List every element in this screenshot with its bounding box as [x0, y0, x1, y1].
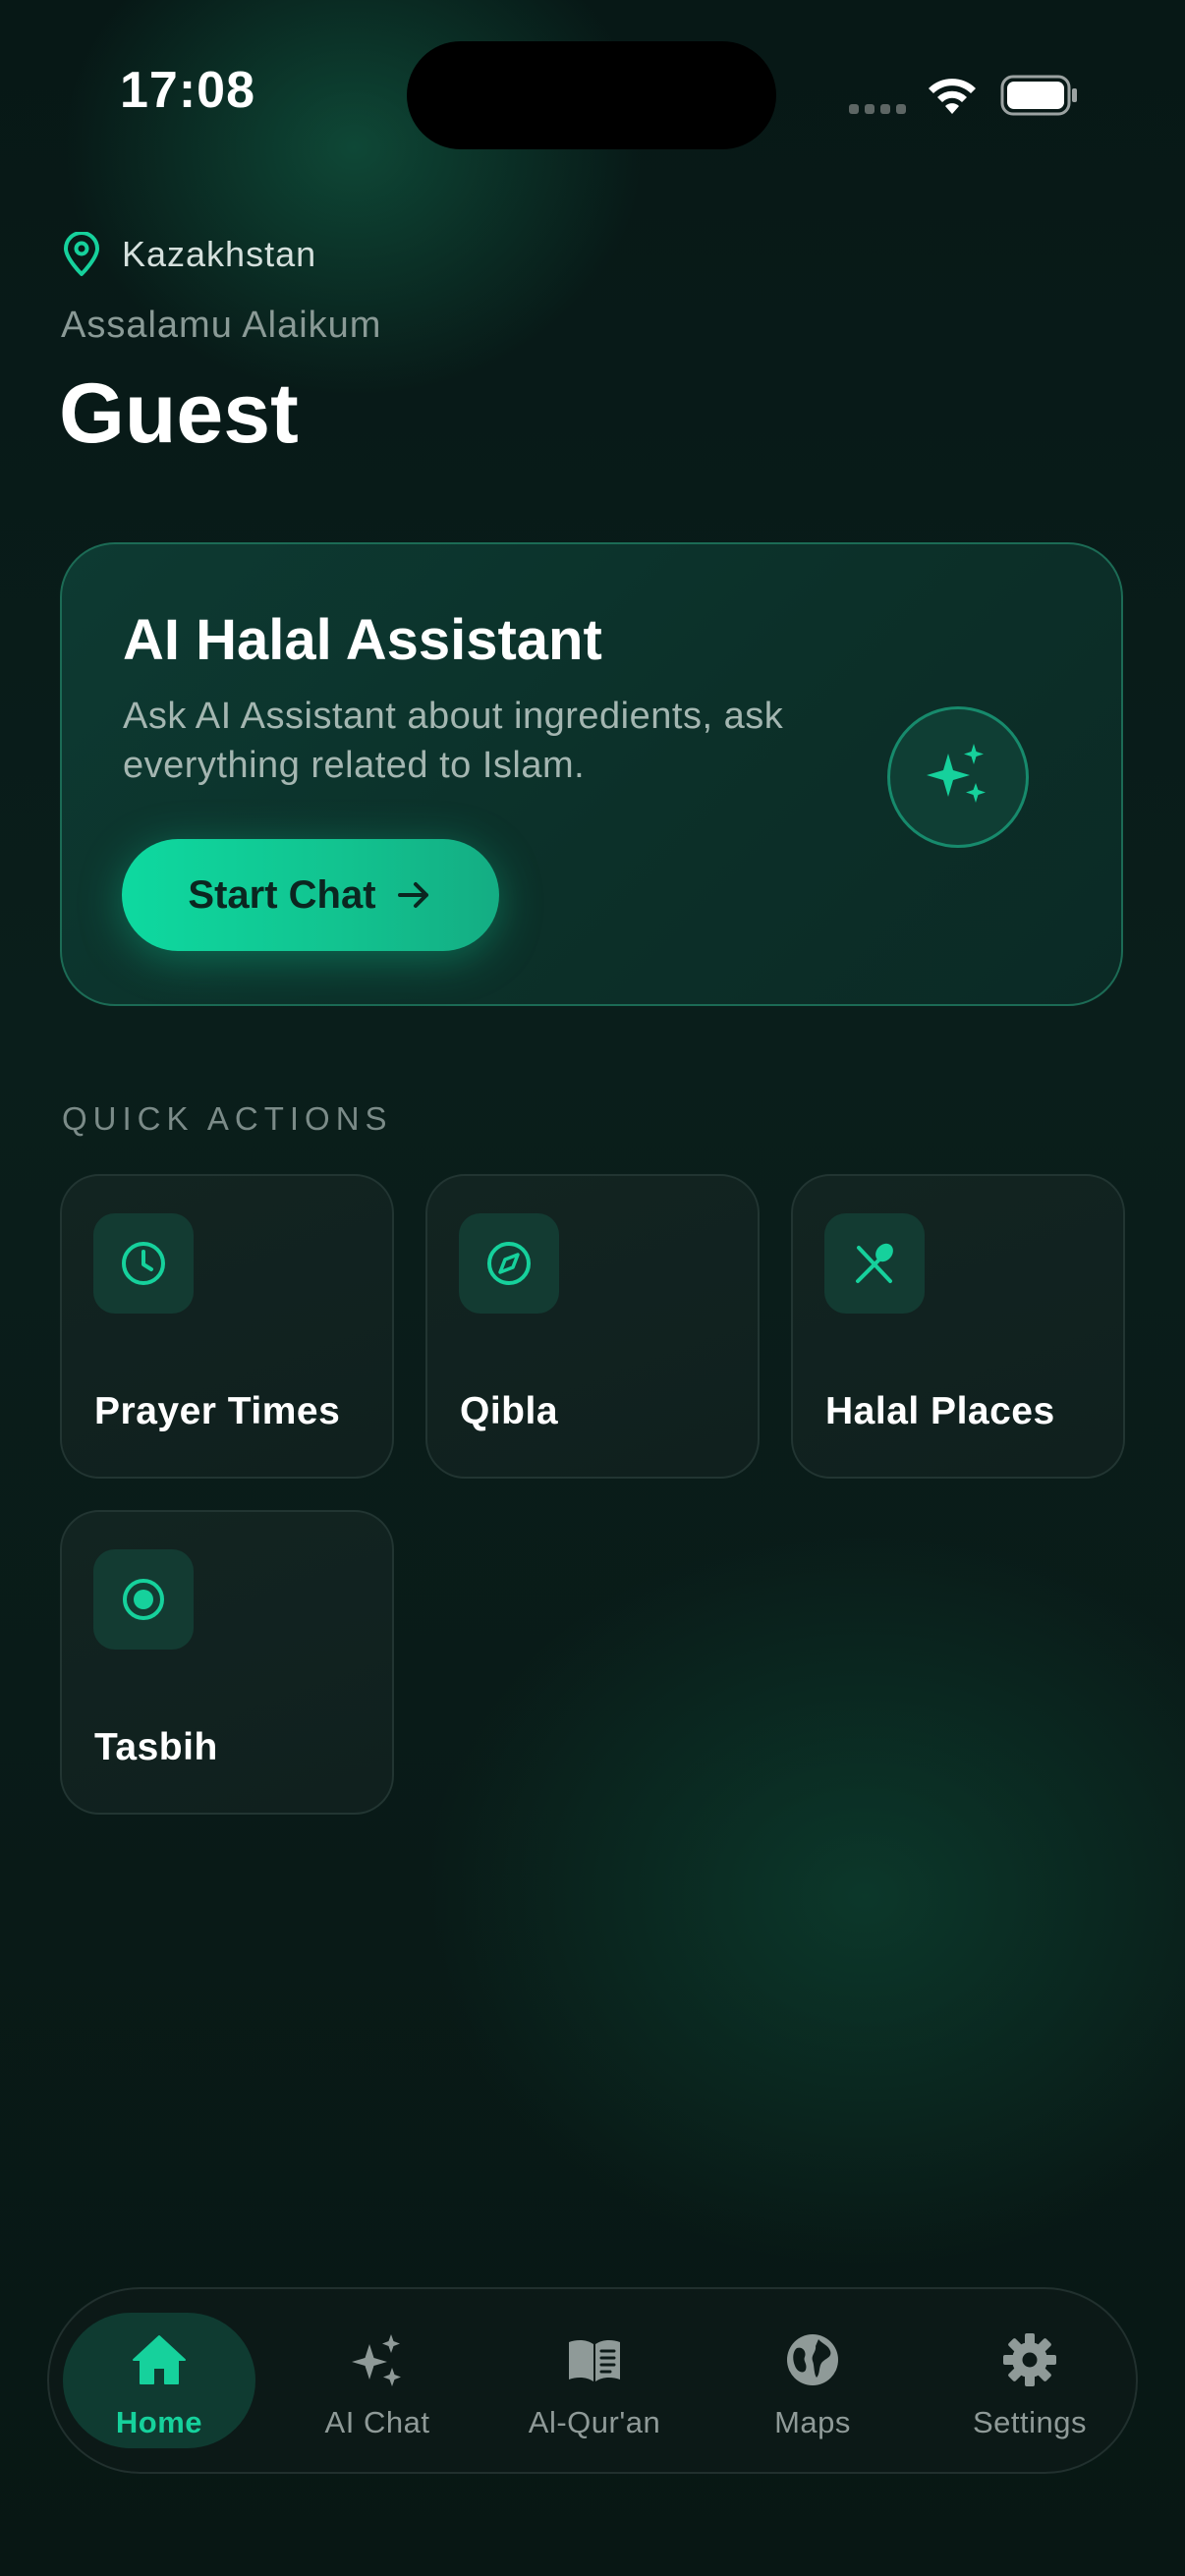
halal-places-card[interactable]: Halal Places — [791, 1174, 1125, 1479]
start-chat-button[interactable]: Start Chat — [122, 839, 499, 951]
dynamic-island — [407, 41, 776, 149]
quick-actions-title: QUICK ACTIONS — [62, 1100, 393, 1137]
gear-icon — [1003, 2333, 1056, 2386]
compass-icon — [487, 1242, 531, 1285]
prayer-times-card[interactable]: Prayer Times — [60, 1174, 394, 1479]
start-chat-label: Start Chat — [188, 872, 376, 917]
clock-icon — [122, 1242, 165, 1285]
halal-places-label: Halal Places — [825, 1390, 1055, 1432]
prayer-times-label: Prayer Times — [94, 1390, 341, 1432]
qibla-card[interactable]: Qibla — [425, 1174, 760, 1479]
user-name: Guest — [59, 366, 299, 461]
utensils-icon — [856, 1243, 893, 1283]
ai-card-description: Ask AI Assistant about ingredients, ask … — [123, 696, 784, 786]
globe-icon — [787, 2334, 838, 2385]
ai-assistant-card[interactable]: AI Halal Assistant Ask AI Assistant abou… — [60, 542, 1123, 1006]
book-icon — [569, 2339, 620, 2381]
cellular-signal-icon — [849, 104, 906, 114]
ai-badge — [887, 706, 1029, 848]
sparkles-icon — [927, 744, 986, 803]
nav-home[interactable]: Home — [63, 2313, 255, 2448]
nav-home-label: Home — [115, 2405, 203, 2439]
tasbih-card[interactable]: Tasbih — [60, 1510, 394, 1815]
tasbih-icon — [123, 1579, 164, 1620]
nav-al-quran-label: Al-Qur'an — [528, 2405, 661, 2439]
nav-maps[interactable]: Maps — [716, 2313, 909, 2448]
status-time: 17:08 — [120, 62, 255, 119]
nav-al-quran[interactable]: Al-Qur'an — [498, 2313, 691, 2448]
qibla-icon-box — [459, 1213, 559, 1314]
greeting-text: Assalamu Alaikum — [61, 305, 382, 346]
nav-maps-label: Maps — [774, 2405, 851, 2439]
bottom-nav: Home AI Chat Al-Qur'an Maps Settings — [47, 2287, 1138, 2474]
prayer-times-icon-box — [93, 1213, 194, 1314]
qibla-label: Qibla — [460, 1390, 559, 1432]
wifi-icon — [929, 79, 976, 114]
tasbih-label: Tasbih — [94, 1726, 218, 1768]
home-icon — [133, 2335, 186, 2384]
nav-settings[interactable]: Settings — [933, 2313, 1126, 2448]
sparkles-icon — [352, 2334, 401, 2386]
nav-settings-label: Settings — [972, 2405, 1087, 2439]
tasbih-icon-box — [93, 1549, 194, 1650]
arrow-right-icon — [397, 882, 428, 908]
nav-ai-chat[interactable]: AI Chat — [281, 2313, 474, 2448]
location-indicator[interactable]: Kazakhstan — [61, 232, 316, 277]
battery-icon — [1000, 75, 1077, 116]
nav-ai-chat-label: AI Chat — [324, 2405, 430, 2439]
location-text: Kazakhstan — [122, 234, 317, 274]
halal-places-icon-box — [824, 1213, 925, 1314]
ai-card-title: AI Halal Assistant — [123, 608, 602, 672]
map-pin-icon — [64, 232, 99, 276]
